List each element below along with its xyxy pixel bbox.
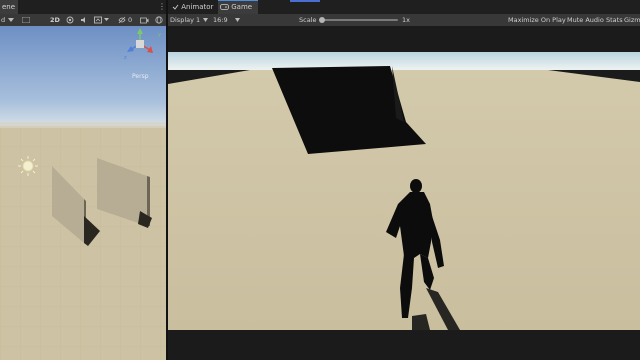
aspect-dropdown[interactable]: 16:9	[213, 14, 228, 26]
mute-audio-toggle[interactable]: Mute Audio	[567, 14, 604, 26]
scene-grid	[0, 126, 166, 360]
directional-light-icon[interactable]	[18, 156, 38, 176]
tab-animator[interactable]: Animator	[172, 0, 216, 14]
chevron-down-icon	[235, 18, 240, 22]
gizmos-toggle[interactable]: Gizmos	[624, 14, 640, 26]
projection-label[interactable]: Persp	[132, 73, 149, 80]
scene-panel: ene ⋮ d 2D 0 y z Persp	[0, 0, 167, 360]
tab-game[interactable]: Game	[218, 0, 258, 14]
scale-label: Scale	[299, 16, 317, 24]
lighting-toggle-icon[interactable]	[66, 16, 74, 24]
maximize-on-play-toggle[interactable]: Maximize On Play	[508, 14, 566, 26]
drag-highlight	[290, 0, 320, 2]
more-options-icon[interactable]: ⋮	[158, 2, 166, 11]
effects-toggle-icon[interactable]	[94, 16, 103, 24]
game-sky	[168, 52, 640, 70]
tab-scene[interactable]: ene	[0, 0, 18, 14]
display-dropdown[interactable]: Display 1	[170, 14, 200, 26]
svg-text:z: z	[124, 55, 127, 61]
chevron-down-icon	[104, 18, 109, 21]
hidden-count: 0	[128, 16, 133, 24]
gizmos-globe-icon[interactable]	[155, 16, 164, 24]
game-render	[168, 26, 640, 360]
audio-toggle-icon[interactable]	[80, 16, 88, 24]
chevron-down-icon	[8, 18, 14, 22]
camera-icon[interactable]	[140, 16, 149, 24]
scale-slider-handle[interactable]	[319, 17, 325, 23]
chevron-down-icon	[203, 18, 208, 22]
toggle-2d-button[interactable]: 2D	[50, 14, 60, 26]
scale-value: 1x	[402, 16, 410, 24]
svg-text:y: y	[158, 32, 161, 38]
scene-toolbar: d 2D 0	[0, 14, 167, 26]
animator-icon	[172, 4, 179, 10]
game-controller-icon	[220, 4, 229, 10]
stats-toggle[interactable]: Stats	[606, 14, 623, 26]
game-toolbar: Display 1 16:9 Scale 1x Maximize On Play…	[168, 14, 640, 26]
game-viewport[interactable]	[168, 26, 640, 360]
hidden-objects-icon[interactable]	[118, 16, 126, 24]
draw-mode-dropdown[interactable]: d	[1, 14, 5, 26]
scene-tab-bar: ene ⋮	[0, 0, 167, 14]
scene-render: y z Persp	[0, 26, 166, 360]
scale-slider-track[interactable]	[322, 19, 398, 21]
view-options-icon[interactable]	[22, 17, 30, 23]
scene-viewport[interactable]: y z Persp	[0, 26, 166, 360]
